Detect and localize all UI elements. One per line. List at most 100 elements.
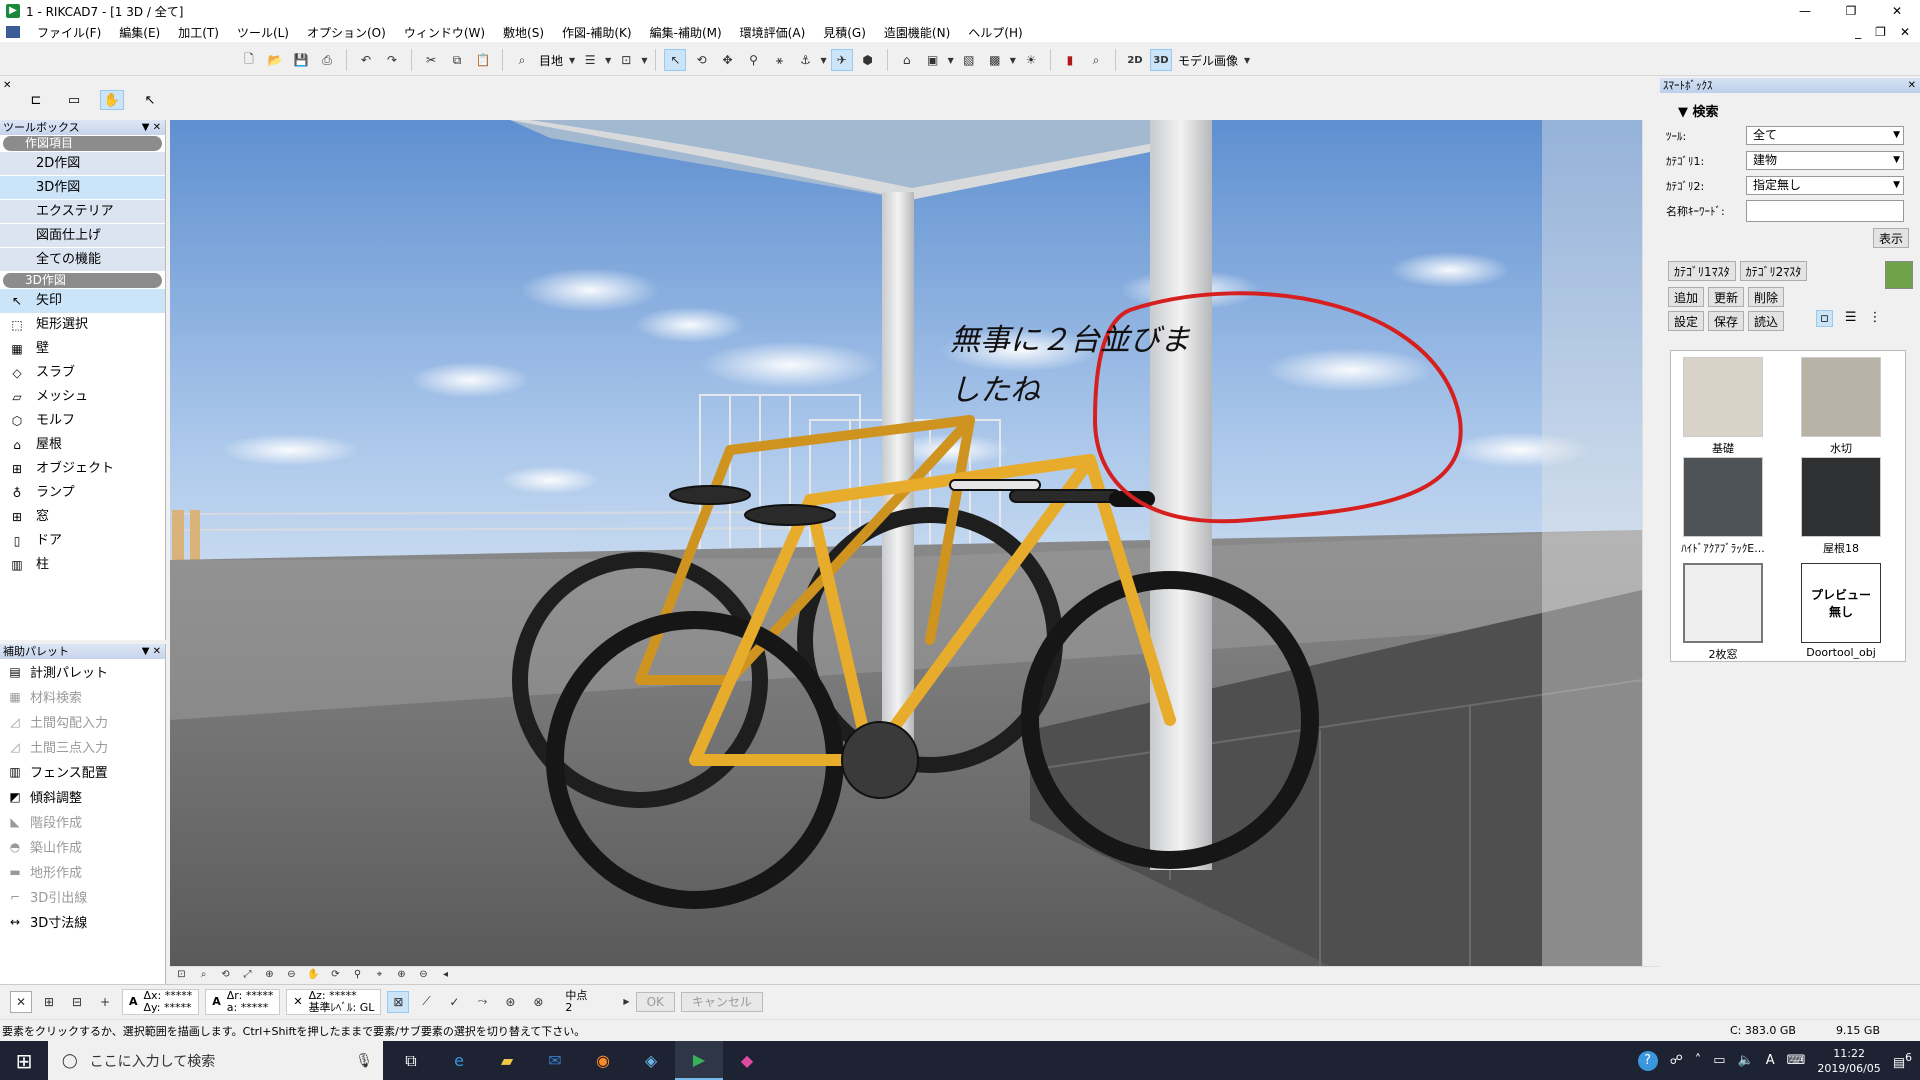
walk-icon[interactable]: ⚲ (348, 968, 367, 982)
aux-item[interactable]: ↔ 3D寸法線 (0, 909, 165, 934)
group-header[interactable]: 3D作図 (3, 273, 162, 288)
chevron-down-icon[interactable]: ▼ (605, 56, 611, 65)
magnet-icon[interactable]: ⊗ (527, 991, 549, 1013)
chevron-right-icon[interactable]: ▶ (623, 997, 629, 1006)
menu-site[interactable]: 敷地(S) (494, 24, 553, 41)
camera-icon[interactable]: ✈ (830, 49, 853, 71)
magic-wand-icon[interactable]: ✋ (100, 90, 124, 110)
pointer-icon[interactable]: ↖ (138, 90, 162, 110)
task-view-icon[interactable]: ⧉ (387, 1041, 435, 1080)
chevron-down-icon[interactable]: ▼ (569, 56, 575, 65)
layer-icon[interactable]: ☰ (579, 49, 601, 71)
category-finishing[interactable]: 図面仕上げ (0, 224, 165, 248)
people-icon[interactable]: ☍ (1670, 1053, 1683, 1068)
menu-help[interactable]: ヘルプ(H) (959, 24, 1031, 41)
view-3d-button[interactable]: 3D (1149, 49, 1172, 71)
menu-process[interactable]: 加工(T) (169, 24, 228, 41)
zoom-icon[interactable]: ⌕ (1085, 49, 1107, 71)
menu-edit[interactable]: 編集(E) (110, 24, 169, 41)
polar-coordinates[interactable]: A Δr: ***** a: ***** (205, 988, 281, 1015)
light-icon[interactable]: ☀ (1020, 49, 1042, 71)
aux-item[interactable]: ▥ フェンス配置 (0, 759, 165, 784)
zoom-plus-icon[interactable]: ⊕ (392, 968, 411, 982)
category1-select[interactable]: 建物 ▼ (1746, 151, 1904, 170)
paint-icon[interactable]: ◆ (723, 1041, 771, 1080)
category2-select[interactable]: 指定無し ▼ (1746, 176, 1904, 195)
category-all[interactable]: 全ての機能 (0, 248, 165, 272)
cancel-button[interactable]: キャンセル (680, 991, 763, 1012)
snap-guide-icon[interactable]: ⊟ (66, 991, 88, 1013)
menu-environment[interactable]: 環境評価(A) (731, 24, 815, 41)
scroll-left-icon[interactable]: ◂ (436, 968, 455, 982)
chevron-down-icon[interactable]: ▼ (1010, 56, 1016, 65)
help-icon[interactable]: ? (1637, 1050, 1658, 1071)
library-thumbnails[interactable]: 基礎 水切 ﾊｲﾄﾞｱｸｱﾌﾞﾗｯｸE... 屋根18 2枚窓 プレビュー 無し… (1670, 350, 1906, 662)
tool-item[interactable]: ⊞ 窓 (0, 505, 165, 529)
new-file-icon[interactable]: 🗋 (238, 49, 260, 71)
menu-draw-aux[interactable]: 作図-補助(K) (553, 24, 641, 41)
chevron-down-icon[interactable]: ▼ (820, 56, 826, 65)
menu-edit-aux[interactable]: 編集-補助(M) (641, 24, 731, 41)
detail-view-icon[interactable]: ⋮ (1868, 310, 1881, 327)
undo-icon[interactable]: ↶ (355, 49, 377, 71)
midpoint-setting[interactable]: 中点 2 (565, 989, 587, 1014)
tool-item[interactable]: ▯ ドア (0, 529, 165, 553)
thumbnail-item[interactable]: 2枚窓 (1677, 563, 1769, 662)
thumbnail-item[interactable]: 水切 (1795, 357, 1887, 456)
category-2d[interactable]: 2D作図 (0, 152, 165, 176)
load-button[interactable]: 読込 (1748, 311, 1785, 331)
chevron-up-icon[interactable]: ˄ (1695, 1053, 1702, 1068)
chevron-down-icon[interactable]: ▼ (948, 56, 954, 65)
chevron-down-icon[interactable]: ▼ (1244, 56, 1250, 65)
firefox-icon[interactable]: ◉ (579, 1041, 627, 1080)
tool-select[interactable]: 全て ▼ (1746, 126, 1904, 145)
update-button[interactable]: 更新 (1708, 287, 1745, 307)
axis-icon[interactable]: ⚓ (794, 49, 816, 71)
aux-item[interactable]: ▤ 計測パレット (0, 659, 165, 684)
sheet-icon[interactable]: ▣ (922, 49, 944, 71)
app-icon[interactable]: ◈ (627, 1041, 675, 1080)
tool-item[interactable]: ↖ 矢印 (0, 289, 165, 313)
ok-button[interactable]: OK (635, 991, 675, 1012)
snap-mode-icon[interactable]: ⊠ (387, 990, 410, 1013)
3d-viewport[interactable]: 無事に２台並びま したね (170, 120, 1642, 966)
settings-button[interactable]: 設定 (1668, 311, 1705, 331)
taskbar-search[interactable]: ◯ ここに入力して検索 🎙 (48, 1041, 383, 1080)
tool-item[interactable]: ⬚ 矩形選択 (0, 313, 165, 337)
category2-master-button[interactable]: ｶﾃｺﾞﾘ2ﾏｽﾀ (1739, 261, 1808, 281)
thumbnail-item[interactable]: ﾊｲﾄﾞｱｸｱﾌﾞﾗｯｸE... (1677, 457, 1769, 556)
menu-estimate[interactable]: 見積(G) (814, 24, 875, 41)
z-coordinate[interactable]: ✕ Δz: ***** 基準ﾚﾍﾞﾙ: GL (286, 988, 382, 1015)
notification-icon[interactable]: ▤6 (1893, 1051, 1912, 1070)
xy-coordinates[interactable]: A Δx: ***** Δy: ***** (122, 988, 200, 1015)
add-button[interactable]: 追加 (1668, 287, 1705, 307)
menu-file[interactable]: ファイル(F) (28, 24, 110, 41)
doc-close-button[interactable]: ✕ (1900, 22, 1910, 42)
model-image-dropdown[interactable]: モデル画像 (1176, 52, 1240, 69)
panel-controls[interactable]: ▼ ✕ (142, 644, 161, 659)
rect-tool-icon[interactable]: ▭ (62, 90, 86, 110)
network-icon[interactable]: ▭ (1713, 1053, 1725, 1068)
view-prev-icon[interactable]: ⟲ (216, 968, 235, 982)
save-button[interactable]: 保存 (1708, 311, 1745, 331)
doc-restore-button[interactable]: ❐ (1875, 22, 1886, 42)
close-button[interactable]: ✕ (1874, 0, 1920, 22)
keyword-input[interactable] (1746, 199, 1904, 222)
paste-icon[interactable]: 📋 (472, 49, 494, 71)
tool-item[interactable]: ▦ 壁 (0, 337, 165, 361)
check-icon[interactable]: ✓ (443, 991, 465, 1013)
aux-item[interactable]: ◩ 傾斜調整 (0, 784, 165, 809)
tool-item[interactable]: ▥ 柱 (0, 553, 165, 577)
list-view-icon[interactable]: ☰ (1845, 310, 1857, 327)
outlook-icon[interactable]: ✉ (531, 1041, 579, 1080)
search-section[interactable]: ▼ 検索 (1660, 93, 1920, 123)
guide-line-icon[interactable]: ⟋ (415, 991, 437, 1013)
print-icon[interactable]: ⎙ (316, 49, 338, 71)
category-3d[interactable]: 3D作図 (0, 176, 165, 200)
tool-item[interactable]: ♁ ランプ (0, 481, 165, 505)
redo-icon[interactable]: ↷ (381, 49, 403, 71)
close-icon[interactable]: ✕ (10, 990, 32, 1013)
snap-icon[interactable]: ⊡ (615, 49, 637, 71)
maximize-button[interactable]: ❐ (1828, 0, 1874, 22)
walk-icon[interactable]: ⚲ (742, 49, 764, 71)
